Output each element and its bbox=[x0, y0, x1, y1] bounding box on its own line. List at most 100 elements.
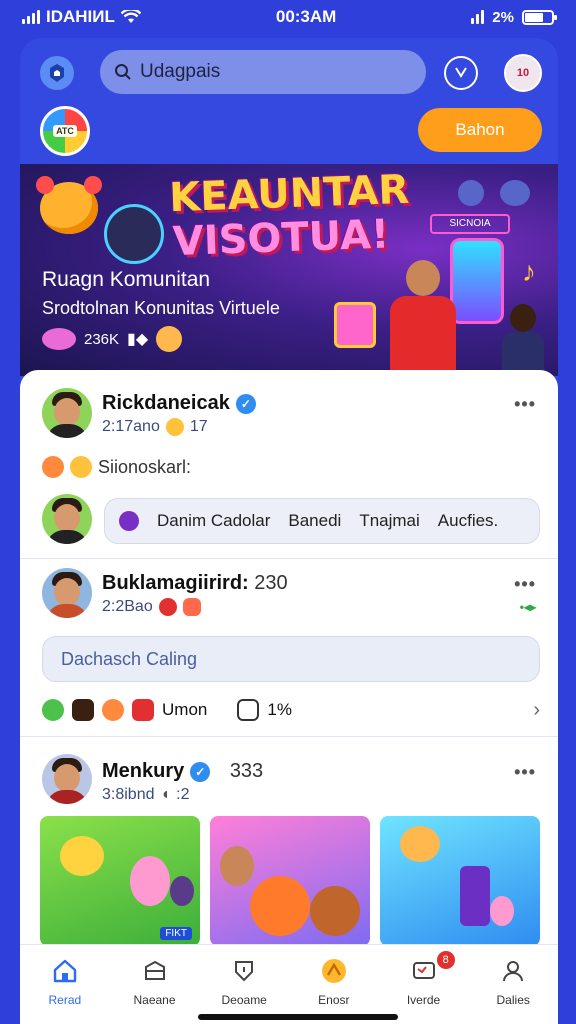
signal-icon bbox=[22, 10, 40, 24]
nav-item-shield[interactable]: Deoame bbox=[199, 945, 289, 1024]
character-emoji-icon[interactable] bbox=[72, 699, 94, 721]
chip-item[interactable]: Tnajmai bbox=[359, 511, 419, 531]
flask-icon bbox=[119, 511, 139, 531]
post-author-name[interactable]: Buklamagiirird: 230 bbox=[102, 572, 288, 595]
image-gallery: FIKT bbox=[40, 816, 540, 946]
gallery-image[interactable] bbox=[380, 816, 540, 946]
smile-emoji-icon[interactable] bbox=[70, 456, 92, 478]
community-header: ATC Bahon bbox=[20, 104, 558, 160]
frog-emoji-icon[interactable] bbox=[42, 699, 64, 721]
tag-chip-bar: Danim Cadolar Banedi Tnajmai Aucfies. bbox=[104, 498, 540, 544]
wifi-icon bbox=[120, 10, 141, 23]
nav-label: Iverde bbox=[406, 993, 441, 1007]
post-meta-count: :2 bbox=[176, 786, 190, 803]
more-options-icon[interactable]: ••• bbox=[514, 574, 536, 595]
clock-text: 00:3AM bbox=[275, 7, 337, 26]
post-author-name[interactable]: Rickdaneicak ✓ bbox=[102, 392, 256, 415]
banner-subheading: Srodtolnan Konunitas Virtuele bbox=[42, 298, 280, 318]
nav-item-home[interactable]: Rerad bbox=[20, 945, 110, 1024]
search-bar[interactable]: Udagpais bbox=[100, 50, 426, 94]
post-author-avatar[interactable] bbox=[42, 568, 92, 618]
status-bar: IDAHIИL 00:3AM 2% bbox=[0, 0, 576, 34]
hero-banner[interactable]: SICNOIA KEAUNTAR VISOTUA! ♪ Ruagn Komuni… bbox=[20, 164, 558, 376]
nav-label: Naeane bbox=[133, 993, 176, 1007]
top-bar: Udagpais 10 bbox=[20, 50, 558, 96]
heart-emoji-icon[interactable] bbox=[102, 699, 124, 721]
more-options-icon[interactable]: ••• bbox=[514, 394, 536, 415]
feed: Rickdaneicak ✓ 2:17ano 17 ••• Siionoskarl… bbox=[20, 370, 558, 1024]
profile-badge-text: 10 bbox=[516, 67, 530, 79]
status-left: IDAHIИL bbox=[22, 7, 141, 27]
chip-item[interactable]: Banedi bbox=[288, 511, 341, 531]
like-icon: ◖ bbox=[160, 786, 171, 803]
messages-button[interactable] bbox=[444, 56, 478, 90]
bottom-navigation: Rerad Naeane Deoame Enosr 8 Iverde Dalie… bbox=[20, 944, 558, 1024]
shield-icon bbox=[230, 957, 258, 985]
reaction-row: Siionoskarl: bbox=[42, 456, 191, 478]
search-text: Udagpais bbox=[140, 61, 221, 82]
verified-icon: ✓ bbox=[235, 393, 256, 414]
comment-placeholder: Dachasch Caling bbox=[61, 648, 198, 669]
comment-input[interactable]: Dachasch Caling bbox=[42, 636, 540, 682]
post-meta-count: 17 bbox=[189, 418, 208, 435]
app-logo-button[interactable] bbox=[40, 56, 74, 90]
app-logo-icon bbox=[50, 64, 64, 82]
message-icon bbox=[455, 67, 467, 78]
post-card: Buklamagiirird: 230 2:2Bao ••• •◂▸ Dacha… bbox=[20, 560, 558, 736]
post-card: Rickdaneicak ✓ 2:17ano 17 ••• Siionoskarl… bbox=[20, 370, 558, 560]
gallery-image[interactable]: FIKT bbox=[40, 816, 200, 946]
gift-box-illustration bbox=[334, 302, 376, 348]
nav-item-store[interactable]: Naeane bbox=[110, 945, 200, 1024]
banner-title-line2: VISOTUA! bbox=[172, 211, 390, 266]
home-icon bbox=[51, 957, 79, 985]
banner-title: KEAUNTAR VISOTUA! bbox=[169, 167, 412, 266]
commenter-avatar[interactable] bbox=[42, 494, 92, 544]
banner-stats: 236K ▮◆ bbox=[42, 326, 183, 352]
reaction-text: Siionoskarl: bbox=[98, 456, 192, 477]
primary-action-button[interactable]: Bahon bbox=[418, 108, 542, 152]
post-author-name[interactable]: Menkury ✓ 333 bbox=[102, 760, 263, 783]
chevron-right-icon[interactable]: › bbox=[533, 699, 540, 722]
member-count: 236K bbox=[84, 330, 120, 348]
profile-avatar-button[interactable]: 10 bbox=[504, 54, 542, 92]
post-time: 2:17ano bbox=[102, 418, 160, 435]
status-right: 2% bbox=[471, 9, 557, 26]
post-time: 2:2Bao bbox=[102, 598, 153, 615]
nav-item-awards[interactable]: Enosr bbox=[289, 945, 379, 1024]
nav-label: Enosr bbox=[318, 993, 350, 1007]
carrier-text: IDAHIИL bbox=[46, 7, 115, 26]
person-small-illustration bbox=[498, 304, 548, 376]
action-count: 1% bbox=[267, 700, 292, 719]
cell-signal-icon bbox=[471, 10, 485, 24]
verified-icon: ✓ bbox=[190, 761, 211, 782]
banner-heading: Ruagn Komunitan bbox=[42, 268, 211, 291]
box-icon bbox=[141, 957, 169, 985]
person-illustration bbox=[380, 260, 468, 376]
battery-icon bbox=[521, 9, 557, 25]
community-badge-text: ATC bbox=[53, 125, 77, 137]
notification-badge: 8 bbox=[436, 951, 455, 969]
thumbs-up-icon: ▮◆ bbox=[127, 331, 149, 348]
home-indicator[interactable] bbox=[198, 1014, 398, 1020]
more-options-icon[interactable]: ••• bbox=[514, 762, 536, 783]
gallery-badge: FIKT bbox=[160, 927, 192, 940]
chip-item[interactable]: Danim Cadolar bbox=[157, 511, 270, 531]
action-label[interactable]: Umon bbox=[162, 700, 207, 720]
gallery-image[interactable] bbox=[210, 816, 370, 946]
community-avatar[interactable]: ATC bbox=[40, 106, 90, 156]
nav-label: Dalies bbox=[496, 993, 530, 1007]
chip-item[interactable]: Aucfies. bbox=[438, 511, 498, 531]
nav-item-messages[interactable]: 8 Iverde bbox=[379, 945, 469, 1024]
banner-avatar-graphic bbox=[104, 204, 164, 264]
banner-circle-icon bbox=[458, 180, 484, 206]
bookmark-icon[interactable] bbox=[237, 699, 260, 721]
post-meta: 2:2Bao bbox=[102, 598, 201, 616]
play-icon[interactable] bbox=[132, 699, 154, 721]
post-author-avatar[interactable] bbox=[42, 388, 92, 438]
mascot-emoji-graphic bbox=[36, 176, 102, 234]
heart-emoji-icon[interactable] bbox=[42, 456, 64, 478]
nav-item-profile[interactable]: Dalies bbox=[468, 945, 558, 1024]
heart-cloud-icon bbox=[42, 328, 76, 350]
user-icon bbox=[499, 957, 527, 985]
post-author-avatar[interactable] bbox=[42, 754, 92, 804]
